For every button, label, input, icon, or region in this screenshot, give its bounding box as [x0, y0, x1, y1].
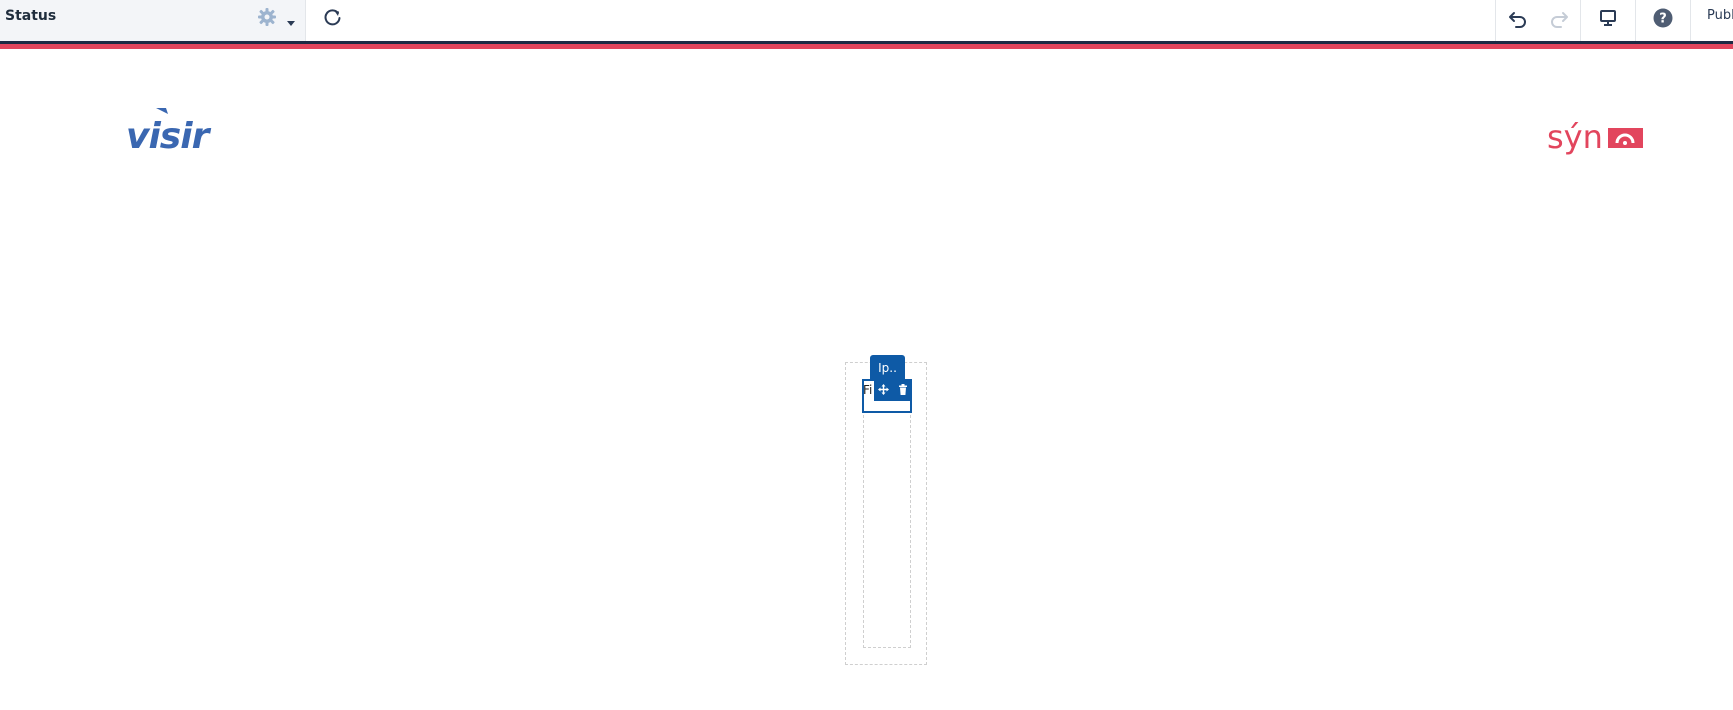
- toolbar-divider: [1580, 0, 1581, 41]
- component-tag[interactable]: Ip..: [870, 355, 905, 381]
- redo-circular-icon[interactable]: [322, 6, 344, 28]
- svg-text:sýn: sýn: [1547, 118, 1603, 156]
- syn-logo: sýn: [1547, 118, 1647, 164]
- svg-text:visir: visir: [126, 116, 212, 156]
- page-title: Status: [5, 8, 57, 24]
- monitor-icon[interactable]: [1596, 6, 1620, 30]
- trash-icon[interactable]: [898, 383, 908, 397]
- toolbar-divider: [1495, 0, 1496, 41]
- undo-icon[interactable]: [1506, 6, 1530, 30]
- component-toolbar: [874, 379, 912, 401]
- publish-button[interactable]: Publ: [1707, 8, 1733, 23]
- selected-component-text: Fi: [863, 383, 873, 397]
- move-icon[interactable]: [878, 383, 890, 397]
- redo-icon[interactable]: [1547, 6, 1571, 30]
- toolbar-divider: [1635, 0, 1636, 41]
- svg-text:?: ?: [1659, 12, 1667, 27]
- chevron-down-icon[interactable]: [286, 13, 296, 26]
- visir-logo: visir: [124, 106, 224, 157]
- header-divider-red: [0, 44, 1733, 49]
- layout-column-inner[interactable]: [863, 390, 911, 648]
- toolbar-title-area: Status: [0, 0, 306, 41]
- top-toolbar: Status ? Publ: [0, 0, 1733, 41]
- gear-icon[interactable]: [256, 6, 278, 28]
- help-icon[interactable]: ?: [1651, 6, 1675, 30]
- toolbar-divider: [1690, 0, 1691, 41]
